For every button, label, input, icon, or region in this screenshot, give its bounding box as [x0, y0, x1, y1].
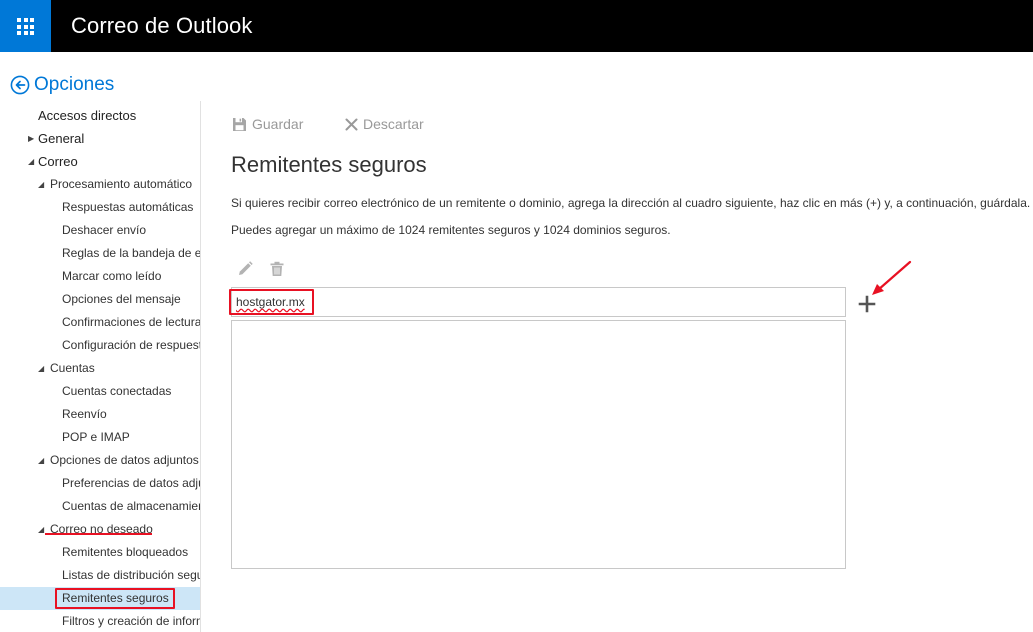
- floppy-disk-icon: [233, 117, 246, 131]
- sidebar-item-accesos-directos[interactable]: Accesos directos: [0, 104, 200, 127]
- sidebar-item-reglas-de-la-bandeja-de-en[interactable]: Reglas de la bandeja de en: [0, 242, 201, 265]
- sidebar-item-label: Opciones del mensaje: [62, 292, 181, 306]
- sidebar-item-label: Correo no deseado: [50, 522, 153, 536]
- sidebar-item-general[interactable]: ▶ General: [0, 127, 200, 150]
- page-title: Remitentes seguros: [231, 152, 427, 177]
- sidebar-item-label: Respuestas automáticas: [62, 200, 194, 214]
- sidebar-item-label: Accesos directos: [38, 108, 137, 123]
- collapsed-triangle-icon[interactable]: ▶: [28, 127, 34, 150]
- limit-text: Puedes agregar un máximo de 1024 remiten…: [231, 223, 671, 237]
- sidebar-item-configuracion-de-respuest[interactable]: Configuración de respuest: [0, 334, 201, 357]
- sidebar-item-pop-e-imap[interactable]: POP e IMAP: [0, 426, 200, 449]
- discard-button[interactable]: Descartar: [345, 114, 424, 134]
- sidebar-item-marcar-como-leido[interactable]: Marcar como leído: [0, 265, 200, 288]
- sidebar-item-label: Marcar como leído: [62, 269, 162, 283]
- options-sidebar: Accesos directos ▶ General ◢ Correo ◢ Procesam…: [0, 101, 201, 632]
- annotation-box-input: [229, 289, 314, 315]
- sidebar-item-cuentas-de-almacenamien[interactable]: Cuentas de almacenamien: [0, 495, 201, 518]
- sidebar-item-deshacer-envio[interactable]: Deshacer envío: [0, 219, 200, 242]
- safe-senders-list[interactable]: [231, 320, 846, 569]
- sidebar-item-label: Listas de distribución segu: [62, 568, 201, 582]
- trash-icon[interactable]: [268, 260, 286, 278]
- sidebar-item-label: Correo: [38, 154, 78, 169]
- annotation-underline: [45, 533, 152, 535]
- safe-sender-input[interactable]: [231, 287, 846, 317]
- sidebar-item-label: Cuentas conectadas: [62, 384, 172, 398]
- sidebar-item-procesamiento-automatico[interactable]: ◢ Procesamiento automático: [0, 173, 200, 196]
- sidebar-item-label: General: [38, 131, 85, 146]
- options-back-link[interactable]: Opciones: [10, 73, 114, 97]
- sidebar-item-confirmaciones-de-lectura[interactable]: Confirmaciones de lectura: [0, 311, 201, 334]
- sidebar-item-label: Cuentas de almacenamien: [62, 499, 201, 513]
- pencil-icon[interactable]: [236, 260, 254, 278]
- sidebar-item-label: Filtros y creación de inform: [62, 614, 201, 628]
- back-arrow-circle-icon: [10, 75, 30, 95]
- app-launcher-waffle-icon: [17, 18, 34, 35]
- expanded-triangle-icon[interactable]: ◢: [38, 449, 44, 472]
- description-text: Si quieres recibir correo electrónico de…: [231, 196, 1031, 210]
- sidebar-item-opciones-del-mensaje[interactable]: Opciones del mensaje: [0, 288, 200, 311]
- options-label: Opciones: [34, 74, 115, 95]
- save-label: Guardar: [252, 116, 304, 132]
- expanded-triangle-icon[interactable]: ◢: [28, 150, 34, 173]
- top-bar: Correo de Outlook: [0, 0, 1033, 52]
- sidebar-item-remitentes-bloqueados[interactable]: Remitentes bloqueados: [0, 541, 200, 564]
- sidebar-item-correo-no-deseado[interactable]: ◢ Correo no deseado: [0, 518, 200, 541]
- app-launcher-button[interactable]: [0, 0, 51, 52]
- sidebar-item-label: Opciones de datos adjuntos: [50, 453, 199, 467]
- expanded-triangle-icon[interactable]: ◢: [38, 518, 44, 541]
- sidebar-item-respuestas-automaticas[interactable]: Respuestas automáticas: [0, 196, 200, 219]
- sidebar-item-label: POP e IMAP: [62, 430, 130, 444]
- annotation-box-selected-item: [55, 588, 175, 609]
- sidebar-item-label: Deshacer envío: [62, 223, 147, 237]
- sidebar-item-correo[interactable]: ◢ Correo: [0, 150, 200, 173]
- x-close-icon: [345, 118, 358, 130]
- sidebar-item-label: Reenvío: [62, 407, 107, 421]
- sidebar-item-label: Confirmaciones de lectura: [62, 315, 201, 329]
- sidebar-item-label: Preferencias de datos adju: [62, 476, 201, 490]
- sidebar-item-cuentas-conectadas[interactable]: Cuentas conectadas: [0, 380, 200, 403]
- save-button[interactable]: Guardar: [232, 114, 303, 134]
- sidebar-item-listas-de-distribucion-segu[interactable]: Listas de distribución segu: [0, 564, 201, 587]
- sidebar-item-label: Cuentas: [50, 361, 95, 375]
- sidebar-item-label: Remitentes bloqueados: [62, 545, 189, 559]
- sidebar-item-label: Procesamiento automático: [50, 177, 193, 191]
- sidebar-item-label: Reglas de la bandeja de en: [62, 246, 201, 260]
- sidebar-item-reenvio[interactable]: Reenvío: [0, 403, 200, 426]
- expanded-triangle-icon[interactable]: ◢: [38, 173, 44, 196]
- sidebar-item-opciones-de-datos-adjuntos[interactable]: ◢ Opciones de datos adjuntos: [0, 449, 200, 472]
- annotation-arrow: [872, 260, 912, 295]
- expanded-triangle-icon[interactable]: ◢: [38, 357, 44, 380]
- sidebar-item-filtros-y-creacion-de-inform[interactable]: Filtros y creación de inform: [0, 610, 201, 632]
- sidebar-item-cuentas[interactable]: ◢ Cuentas: [0, 357, 200, 380]
- discard-label: Descartar: [363, 116, 424, 132]
- sidebar-item-label: Configuración de respuest: [62, 338, 201, 352]
- app-title: Correo de Outlook: [71, 13, 253, 38]
- sidebar-item-preferencias-de-datos-adju[interactable]: Preferencias de datos adju: [0, 472, 201, 495]
